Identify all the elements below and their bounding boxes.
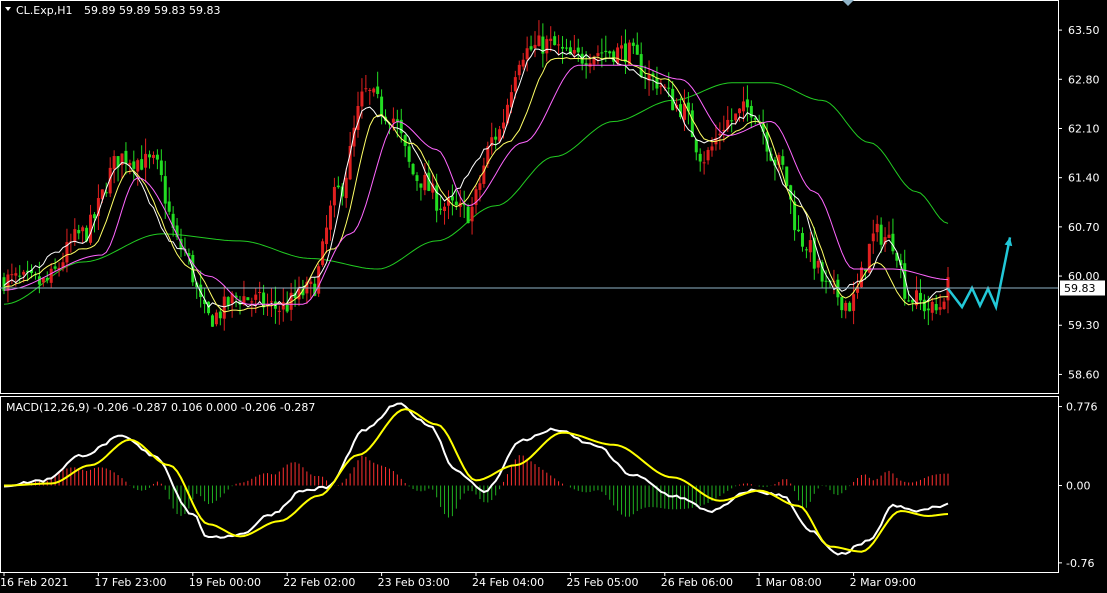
candle [207,301,211,316]
candle [317,263,321,297]
macd-tick-label: 0.776 [1066,401,1098,414]
candle [411,162,415,176]
candle [848,301,852,312]
symbol-label: CL.Exp,H1 [16,4,73,17]
time-tick-label: 19 Feb 00:00 [189,576,261,589]
macd-tick-label: 0.00 [1066,480,1091,493]
time-tick-label: 2 Mar 09:00 [850,576,916,589]
price-tick-label: 58.60 [1068,368,1100,381]
price-tick-label: 61.40 [1068,172,1100,185]
time-tick-label: 17 Feb 23:00 [94,576,166,589]
macd-tick-label: -0.76 [1066,557,1094,570]
price-tick-label: 62.80 [1068,73,1100,86]
chart-canvas: 63.5062.8062.1061.4060.7060.0059.3058.60… [0,0,1107,593]
current-price-tag: 59.83 [1060,280,1105,296]
macd-label: MACD(12,26,9) -0.206 -0.287 0.106 0.000 … [6,401,315,414]
candle [246,297,250,301]
time-tick-label: 1 Mar 08:00 [755,576,821,589]
time-tick-label: 25 Feb 05:00 [566,576,638,589]
time-tick-label: 26 Feb 06:00 [661,576,733,589]
price-tick-label: 63.50 [1068,24,1100,37]
chart-header: CL.Exp,H1 59.89 59.89 59.83 59.83 [5,4,220,17]
time-tick-label: 23 Feb 03:00 [378,576,450,589]
time-tick-label: 22 Feb 02:00 [283,576,355,589]
candle [321,238,325,267]
ohlc-readout: 59.89 59.89 59.83 59.83 [84,4,220,17]
price-tick-label: 60.70 [1068,221,1100,234]
price-tick-label: 62.10 [1068,122,1100,135]
current-price-value: 59.83 [1064,282,1096,295]
candle [210,314,214,327]
time-tick-label: 16 Feb 2021 [0,576,68,589]
time-tick-label: 24 Feb 04:00 [472,576,544,589]
price-tick-label: 59.30 [1068,319,1100,332]
